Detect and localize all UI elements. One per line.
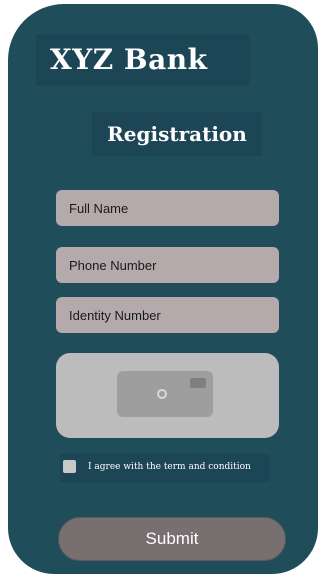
registration-card: XYZ Bank Registration I agree with the t… bbox=[8, 4, 318, 574]
identity-number-field[interactable] bbox=[56, 297, 279, 333]
camera-lens bbox=[157, 389, 167, 399]
terms-label: I agree with the term and condition bbox=[88, 462, 251, 472]
terms-checkbox[interactable] bbox=[63, 460, 76, 473]
camera-flash bbox=[190, 378, 206, 388]
full-name-field[interactable] bbox=[56, 190, 279, 226]
photo-capture-area[interactable] bbox=[56, 353, 279, 438]
camera-icon bbox=[117, 371, 213, 417]
terms-agreement: I agree with the term and condition bbox=[60, 454, 270, 482]
submit-button[interactable]: Submit bbox=[58, 517, 286, 561]
page-title: Registration bbox=[92, 112, 262, 156]
bank-name: XYZ Bank bbox=[36, 34, 250, 86]
phone-number-field[interactable] bbox=[56, 247, 279, 283]
